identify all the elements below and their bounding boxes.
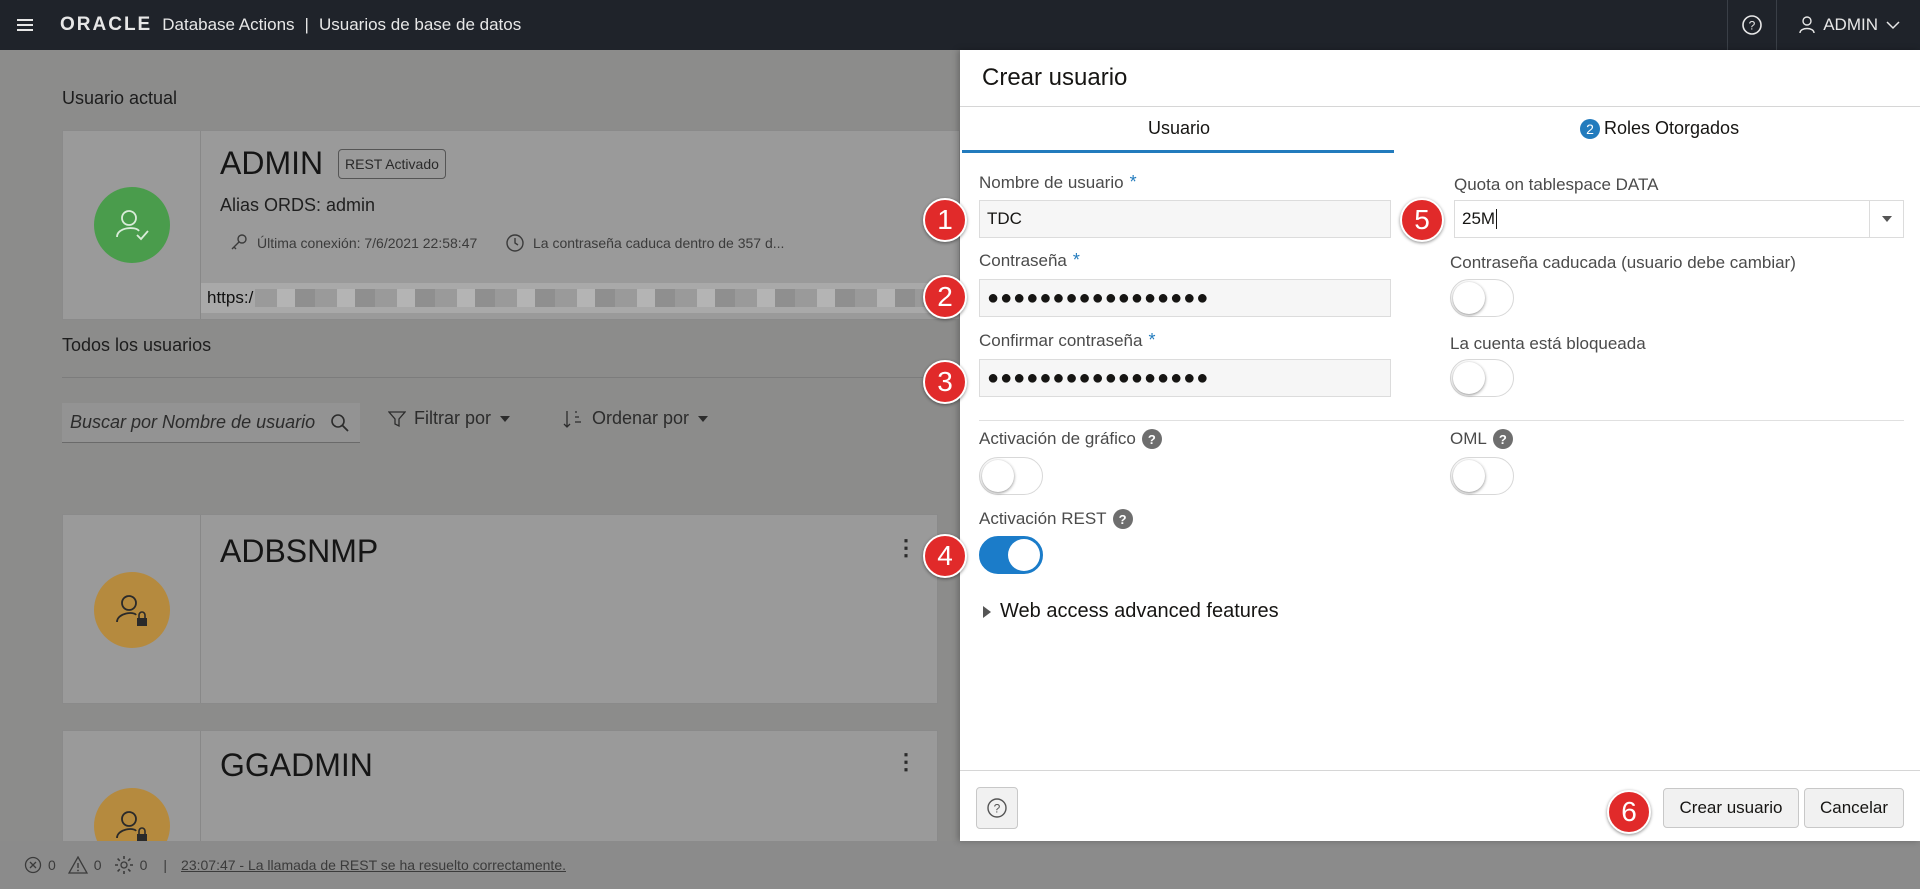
title-separator: | bbox=[304, 15, 309, 34]
help-icon[interactable]: ? bbox=[1141, 429, 1162, 449]
oml-label: OML ? bbox=[1450, 429, 1513, 449]
more-actions-icon[interactable]: ⋮ bbox=[895, 535, 917, 561]
oracle-logo: ORACLE bbox=[60, 14, 153, 35]
app-name: Database Actions bbox=[162, 15, 295, 34]
last-login: Última conexión: 7/6/2021 22:58:47 bbox=[229, 233, 477, 253]
help-icon[interactable]: ? bbox=[1492, 429, 1513, 449]
user-check-icon bbox=[116, 210, 149, 241]
web-access-advanced-expander[interactable]: Web access advanced features bbox=[982, 600, 1279, 623]
user-search-input[interactable]: Buscar por Nombre de usuario bbox=[62, 403, 360, 443]
user-lock-icon bbox=[116, 595, 147, 626]
roles-count-badge: 2 bbox=[1580, 118, 1600, 139]
required-indicator: * bbox=[1148, 330, 1156, 350]
account-locked-toggle[interactable] bbox=[1450, 359, 1514, 397]
user-card-name: GGADMIN bbox=[220, 747, 373, 783]
cancel-button[interactable]: Cancelar bbox=[1804, 788, 1904, 828]
gear-icon[interactable] bbox=[114, 855, 134, 875]
users-page-background: Usuario actual ADMIN REST Activado Alias… bbox=[0, 50, 960, 841]
password-expired-label: Contraseña caducada (usuario debe cambia… bbox=[1450, 253, 1796, 272]
warning-icon[interactable] bbox=[67, 856, 88, 874]
rest-enable-toggle[interactable] bbox=[979, 536, 1043, 574]
confirm-password-label: Confirmar contraseña * bbox=[979, 330, 1156, 350]
current-user-name: ADMIN bbox=[220, 145, 324, 181]
username-label: Nombre de usuario * bbox=[979, 172, 1137, 192]
active-tab-indicator bbox=[962, 150, 1394, 153]
annotation-marker: 2 bbox=[923, 275, 967, 319]
quota-select[interactable]: 25M bbox=[1454, 200, 1904, 238]
error-count: 0 bbox=[48, 857, 56, 873]
graph-enable-label: Activación de gráfico ? bbox=[979, 429, 1162, 449]
rest-enabled-badge: REST Activado bbox=[338, 149, 446, 179]
top-bar: ORACLE Database Actions | Usuarios de ba… bbox=[0, 0, 1920, 50]
user-card-name: ADBSNMP bbox=[220, 533, 379, 569]
required-indicator: * bbox=[1129, 172, 1137, 192]
sort-by-button[interactable]: Ordenar por bbox=[562, 408, 709, 429]
tab-usuario[interactable]: Usuario bbox=[1148, 118, 1210, 139]
drawer-title: Crear usuario bbox=[982, 64, 1128, 91]
password-expired-toggle[interactable] bbox=[1450, 279, 1514, 317]
search-icon[interactable] bbox=[330, 413, 350, 433]
password-expiry: La contraseña caduca dentro de 357 d... bbox=[505, 233, 784, 253]
svg-text:?: ? bbox=[994, 802, 1001, 816]
create-user-button[interactable]: Crear usuario bbox=[1663, 788, 1799, 828]
annotation-marker: 5 bbox=[1400, 198, 1444, 242]
annotation-marker: 1 bbox=[923, 198, 967, 242]
annotation-marker: 4 bbox=[923, 534, 967, 578]
username-input[interactable]: TDC bbox=[979, 200, 1391, 238]
password-label: Contraseña * bbox=[979, 250, 1080, 270]
hamburger-menu-icon[interactable] bbox=[0, 0, 50, 50]
oml-toggle[interactable] bbox=[1450, 457, 1514, 495]
user-card[interactable]: ADBSNMP ⋮ bbox=[62, 514, 938, 704]
svg-text:?: ? bbox=[1749, 19, 1756, 33]
redacted-url bbox=[255, 289, 926, 307]
annotation-marker: 6 bbox=[1607, 790, 1651, 834]
caret-right-icon bbox=[983, 605, 991, 618]
task-count: 0 bbox=[139, 857, 148, 873]
create-user-drawer: Crear usuario Usuario 2 Roles Otorgados … bbox=[960, 50, 1920, 841]
confirm-password-input[interactable]: ●●●●●●●●●●●●●●●●● bbox=[979, 359, 1391, 397]
tab-roles-otorgados[interactable]: 2 Roles Otorgados bbox=[1580, 118, 1739, 139]
page-name: Usuarios de base de datos bbox=[318, 15, 522, 34]
user-menu[interactable]: ADMIN bbox=[1777, 15, 1920, 35]
dropdown-arrow-icon[interactable] bbox=[1869, 201, 1903, 237]
status-message-link[interactable]: 23:07:47 - La llamada de REST se ha resu… bbox=[181, 857, 566, 873]
help-icon[interactable]: ? bbox=[976, 787, 1018, 829]
user-icon bbox=[1799, 16, 1815, 34]
password-input[interactable]: ●●●●●●●●●●●●●●●●● bbox=[979, 279, 1391, 317]
text-cursor bbox=[1496, 209, 1498, 229]
ords-alias: Alias ORDS: admin bbox=[220, 195, 376, 215]
status-bar: 0 0 0 | 23:07:47 - La llamada de REST se… bbox=[0, 841, 1920, 889]
all-users-heading: Todos los usuarios bbox=[62, 335, 212, 355]
current-user-heading: Usuario actual bbox=[62, 88, 178, 108]
more-actions-icon[interactable]: ⋮ bbox=[895, 749, 917, 775]
filter-icon bbox=[388, 410, 406, 427]
avatar bbox=[94, 572, 170, 648]
quota-label: Quota on tablespace DATA bbox=[1454, 175, 1659, 194]
error-icon[interactable] bbox=[24, 856, 42, 874]
account-locked-label: La cuenta está bloqueada bbox=[1450, 334, 1646, 353]
caret-down-icon bbox=[500, 415, 511, 422]
sort-icon bbox=[563, 410, 581, 428]
current-user-card: ADMIN REST Activado Alias ORDS: admin Úl… bbox=[62, 130, 960, 320]
clock-icon bbox=[506, 234, 524, 252]
required-indicator: * bbox=[1072, 250, 1080, 270]
caret-down-icon bbox=[698, 415, 709, 422]
user-menu-label: ADMIN bbox=[1823, 15, 1878, 34]
graph-enable-toggle[interactable] bbox=[979, 457, 1043, 495]
user-url: https:/ bbox=[201, 283, 959, 313]
help-icon[interactable]: ? bbox=[1112, 509, 1133, 529]
annotation-marker: 3 bbox=[923, 360, 967, 404]
filter-by-button[interactable]: Filtrar por bbox=[388, 408, 511, 429]
rest-enable-label: Activación REST ? bbox=[979, 509, 1133, 529]
help-icon[interactable]: ? bbox=[1727, 0, 1778, 50]
key-icon bbox=[231, 234, 247, 250]
user-lock-icon bbox=[116, 811, 147, 841]
chevron-down-icon bbox=[1886, 21, 1900, 30]
user-card[interactable]: GGADMIN ⋮ bbox=[62, 730, 938, 841]
warning-count: 0 bbox=[93, 857, 102, 873]
avatar bbox=[94, 187, 170, 263]
